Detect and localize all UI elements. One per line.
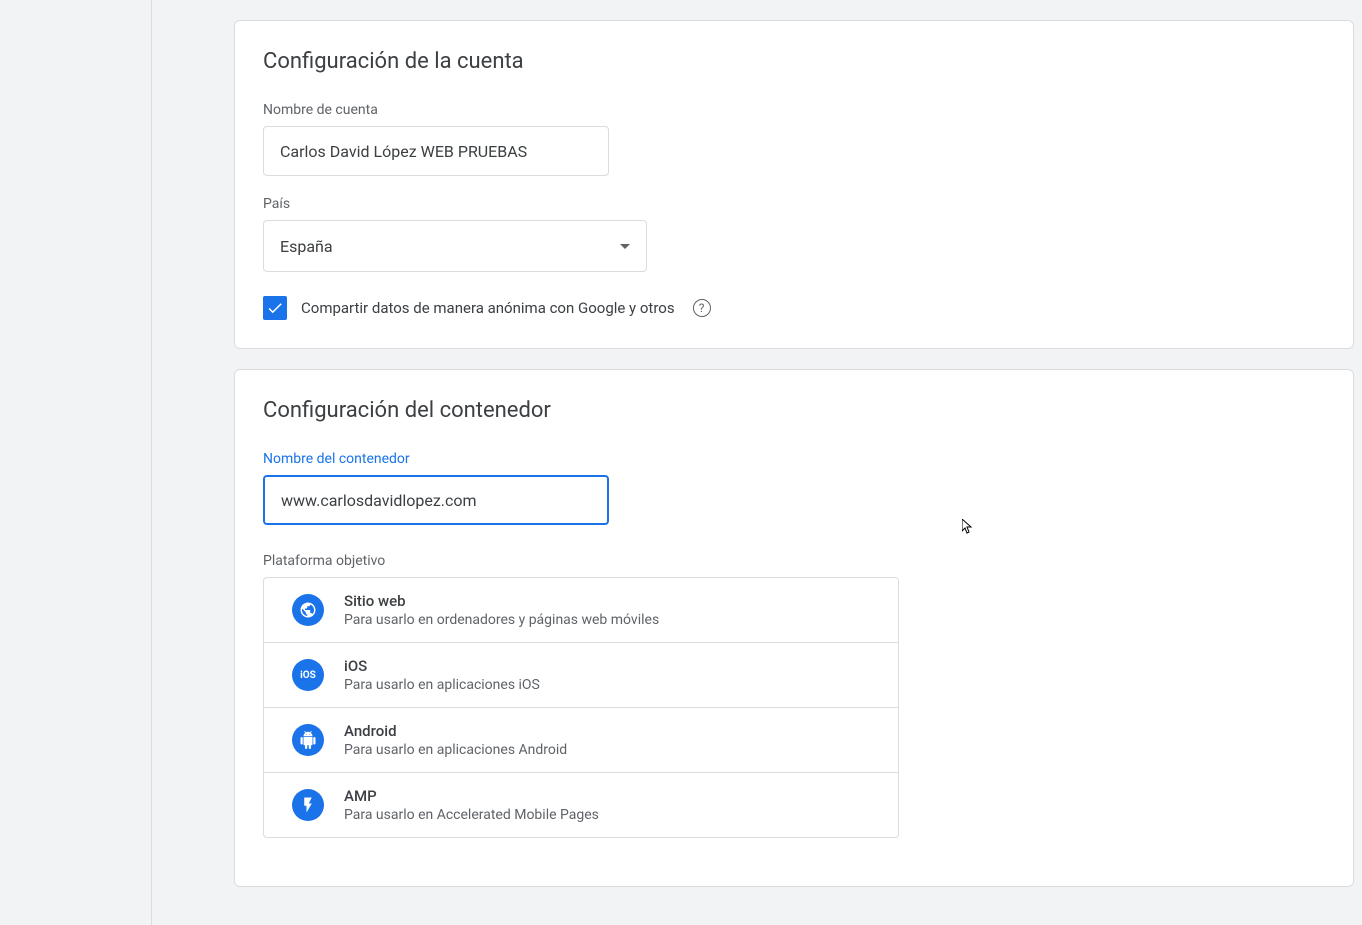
account-config-card: Configuración de la cuenta Nombre de cue… xyxy=(234,20,1354,349)
globe-icon xyxy=(292,594,324,626)
country-select[interactable]: España xyxy=(263,220,647,272)
platform-amp-title: AMP xyxy=(344,787,599,805)
platform-android-desc: Para usarlo en aplicaciones Android xyxy=(344,742,567,758)
account-name-input[interactable] xyxy=(263,126,609,176)
account-name-field-group: Nombre de cuenta xyxy=(263,102,1325,176)
platform-ios-desc: Para usarlo en aplicaciones iOS xyxy=(344,677,540,693)
platform-android-text: Android Para usarlo en aplicaciones Andr… xyxy=(344,722,567,758)
container-name-input[interactable] xyxy=(263,475,609,525)
share-data-label: Compartir datos de manera anónima con Go… xyxy=(301,299,675,317)
platform-label: Plataforma objetivo xyxy=(263,553,1325,569)
platform-option-amp[interactable]: AMP Para usarlo en Accelerated Mobile Pa… xyxy=(264,773,898,837)
chevron-down-icon xyxy=(620,244,630,249)
platform-amp-desc: Para usarlo en Accelerated Mobile Pages xyxy=(344,807,599,823)
container-name-label: Nombre del contenedor xyxy=(263,451,1325,467)
country-label: País xyxy=(263,196,1325,212)
account-config-title: Configuración de la cuenta xyxy=(263,49,1325,74)
platform-ios-title: iOS xyxy=(344,657,540,675)
ios-icon: iOS xyxy=(292,659,324,691)
android-icon xyxy=(292,724,324,756)
help-icon[interactable]: ? xyxy=(693,299,711,317)
bolt-icon xyxy=(292,789,324,821)
left-sidebar-spacer xyxy=(0,0,152,925)
account-name-label: Nombre de cuenta xyxy=(263,102,1325,118)
container-config-card: Configuración del contenedor Nombre del … xyxy=(234,369,1354,887)
platform-list: Sitio web Para usarlo en ordenadores y p… xyxy=(263,577,899,838)
platform-web-text: Sitio web Para usarlo en ordenadores y p… xyxy=(344,592,659,628)
platform-web-desc: Para usarlo en ordenadores y páginas web… xyxy=(344,612,659,628)
platform-option-web[interactable]: Sitio web Para usarlo en ordenadores y p… xyxy=(264,578,898,643)
share-data-checkbox[interactable] xyxy=(263,296,287,320)
container-config-title: Configuración del contenedor xyxy=(263,398,1325,423)
platform-ios-text: iOS Para usarlo en aplicaciones iOS xyxy=(344,657,540,693)
platform-option-android[interactable]: Android Para usarlo en aplicaciones Andr… xyxy=(264,708,898,773)
share-data-row: Compartir datos de manera anónima con Go… xyxy=(263,296,1325,320)
country-selected-value: España xyxy=(280,237,333,256)
platform-amp-text: AMP Para usarlo en Accelerated Mobile Pa… xyxy=(344,787,599,823)
checkmark-icon xyxy=(266,299,284,317)
platform-field-group: Plataforma objetivo Sitio web Para usarl… xyxy=(263,553,1325,838)
platform-web-title: Sitio web xyxy=(344,592,659,610)
container-name-field-group: Nombre del contenedor xyxy=(263,451,1325,525)
country-field-group: País España xyxy=(263,196,1325,272)
platform-option-ios[interactable]: iOS iOS Para usarlo en aplicaciones iOS xyxy=(264,643,898,708)
platform-android-title: Android xyxy=(344,722,567,740)
main-content: Configuración de la cuenta Nombre de cue… xyxy=(152,0,1362,925)
